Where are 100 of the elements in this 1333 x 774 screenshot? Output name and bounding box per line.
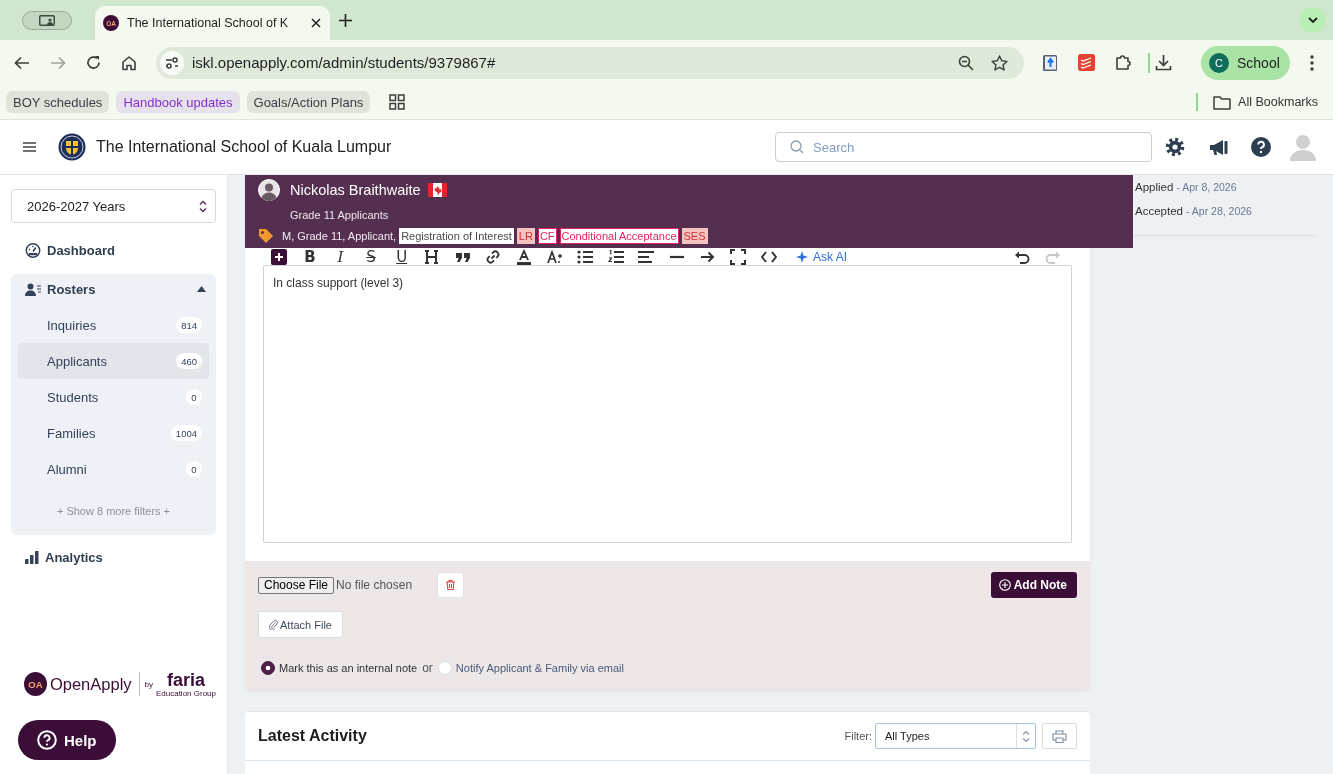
search-icon [790,140,804,154]
insert-icon[interactable] [271,249,288,265]
choose-file-button[interactable]: Choose File [258,576,335,594]
roster-item[interactable]: Families 1004 [18,415,209,451]
milestone-label: Applied [1135,181,1174,193]
partner-tagline: Education Group [155,688,216,698]
help-icon[interactable] [1251,137,1271,157]
megaphone-icon[interactable] [1209,138,1229,156]
format-button[interactable]: I [332,249,349,265]
site-settings-icon[interactable] [160,50,184,75]
gauge-icon [25,242,41,258]
updown-caret-icon [1022,729,1030,743]
roster-item[interactable]: Applicants 460 [18,343,209,379]
roster-item[interactable]: Students 0 [18,379,209,415]
crest-icon [58,133,86,161]
add-note-button[interactable]: Add Note [990,572,1077,598]
student-name: Nickolas Braithwaite [290,182,421,198]
address-bar[interactable]: iskl.openapply.com/admin/students/9379867# [156,46,1024,79]
school-name: The International School of Kuala Lumpur [96,138,392,156]
undo-icon[interactable] [1014,249,1031,265]
flag-icon [427,183,447,197]
fullscreen-icon[interactable] [730,249,747,265]
roster-people-icon [25,282,42,296]
reload-icon[interactable] [86,55,101,70]
bookmark-chip[interactable]: BOY schedules [6,91,110,113]
ask-ai-button[interactable]: Ask AI [796,249,848,265]
partner-logo-text: faria [166,670,205,689]
section-title: Latest Activity [258,727,367,745]
text-color-icon[interactable] [516,249,533,265]
student-summary: M, Grade 11, Applicant, [282,230,397,242]
bookmark-chip[interactable]: Goals/Action Plans [246,91,371,113]
profile-avatar: C [1209,52,1229,73]
help-icon [37,730,57,750]
link-icon[interactable] [485,249,502,265]
student-group: Grade 11 Applicants [290,208,389,222]
download-icon[interactable] [1155,54,1172,71]
openapply-logo-mark: OA [24,672,47,696]
home-icon[interactable] [121,54,137,71]
puzzle-piece-icon[interactable] [1115,54,1132,71]
roster-item[interactable]: Inquiries 814 [18,307,209,343]
chevron-down-icon [1307,17,1318,23]
book-upload-icon[interactable] [1042,53,1058,72]
profile-button[interactable]: C School [1201,45,1290,80]
status-tag: CF [537,228,557,244]
align-left-icon[interactable] [638,249,655,265]
folder-icon[interactable] [1213,94,1232,110]
analytics-link[interactable]: Analytics [11,545,216,569]
note-editor[interactable]: In class support (level 3) [263,265,1072,543]
trash-icon [446,580,456,590]
close-icon[interactable] [311,18,321,28]
year-select[interactable]: 2026-2027 Years [11,189,216,223]
screen-switch-button[interactable] [22,10,72,30]
filter-select[interactable]: All Types [875,723,1036,749]
format-button[interactable]: U [393,249,410,265]
code-icon[interactable] [760,249,777,265]
menu-icon[interactable] [23,142,36,152]
all-bookmarks-link[interactable]: All Bookmarks [1238,95,1318,109]
status-tag: Registration of Interest [399,228,514,244]
format-button[interactable]: S [363,249,380,265]
new-tab-icon[interactable] [339,13,352,27]
tag-icon [258,228,274,244]
settings-icon[interactable] [1165,137,1185,157]
menu-icon[interactable] [1310,54,1314,71]
bookmark-chip[interactable]: Handbook updates [116,91,240,113]
printer-icon [1052,729,1067,743]
checklist-app-icon[interactable] [1078,54,1095,71]
file-status-text: No file chosen [336,578,413,592]
filter-label: Filter: [844,730,872,742]
brand-name: OpenApply [49,674,132,694]
zoom-out-icon[interactable] [958,54,974,71]
plus-circle-icon [998,579,1011,591]
format-button[interactable]: B [301,249,318,265]
heading-icon[interactable] [424,249,441,265]
dashboard-link[interactable]: Dashboard [11,238,216,262]
attach-file-button[interactable]: Attach File [258,611,343,638]
or-text: or [422,661,433,675]
milestone-date: - Apr 28, 2026 [1185,205,1252,217]
tab-search-button[interactable] [1300,8,1325,32]
milestone-date: - Apr 8, 2026 [1176,181,1237,193]
bullet-list-icon[interactable] [577,249,594,265]
screen-icon [39,14,55,26]
status-tag: SES [681,228,708,244]
apps-grid-icon[interactable] [389,94,406,110]
rosters-toggle[interactable]: Rosters [18,277,209,301]
roster-item[interactable]: Alumni 0 [18,451,209,487]
font-size-icon[interactable] [546,249,563,265]
count-badge: 460 [176,353,202,369]
delete-file-button[interactable] [437,572,465,598]
back-icon[interactable] [14,55,30,70]
numbered-list-icon[interactable] [607,249,624,265]
arrow-right-icon[interactable] [699,249,716,265]
brand-by-text: by [144,679,153,689]
count-badge: 1004 [170,425,202,441]
radio-option[interactable]: Mark this as an internal note [261,661,418,675]
radio-option[interactable]: Notify Applicant & Family via email [437,661,624,675]
paperclip-icon [269,619,278,630]
updown-caret-icon [199,199,207,213]
help-button[interactable]: Help [18,720,116,760]
count-badge: 0 [186,389,202,405]
star-icon[interactable] [991,54,1008,71]
